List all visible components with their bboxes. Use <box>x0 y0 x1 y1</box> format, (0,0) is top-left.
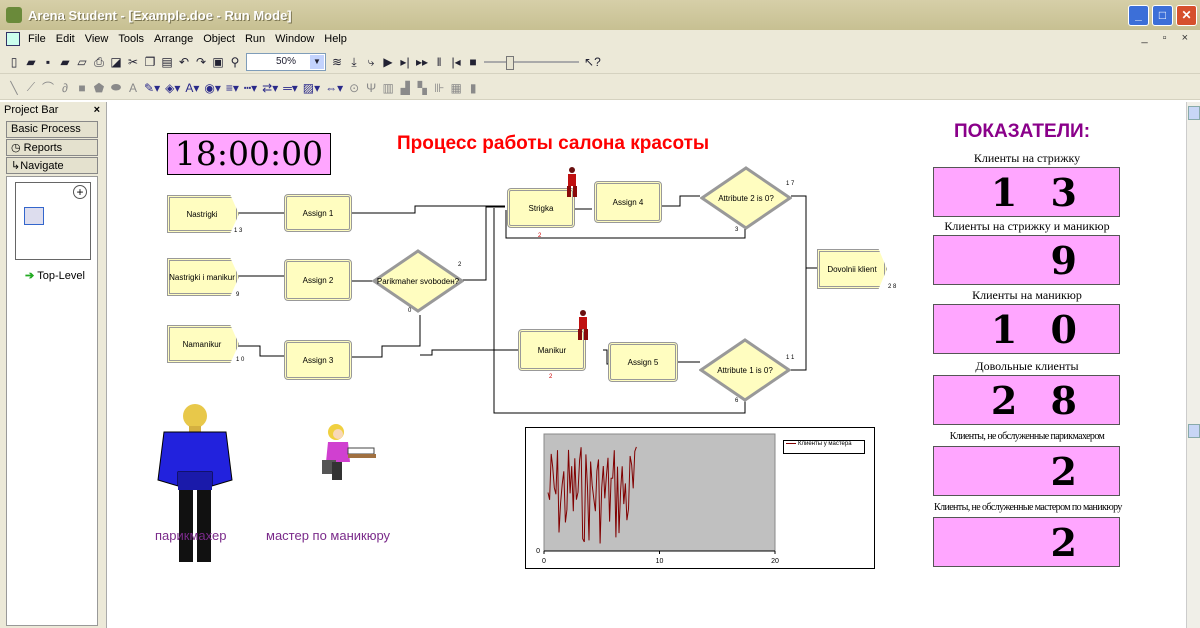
module-label: Assign 4 <box>612 197 644 207</box>
indicator-label: Клиенты на стрижку и маникюр <box>944 219 1110 233</box>
decide-false-count: 0 <box>408 308 412 314</box>
create-module-nastrigki[interactable]: Nastrigki <box>167 195 239 233</box>
process-count: 2 <box>549 374 553 380</box>
assign-module-2[interactable]: Assign 2 <box>284 259 352 301</box>
module-label: Attribute 1 is 0? <box>717 365 773 375</box>
indicator-label: Клиенты, не обслуженные мастером по мани… <box>934 502 1122 513</box>
module-label: Dovolnii klient <box>827 264 877 274</box>
module-label: Nastrigki <box>186 209 218 219</box>
x-tick-label: 20 <box>771 558 779 565</box>
indicator-value: 1 3 <box>933 167 1120 217</box>
x-tick-label: 0 <box>542 558 546 565</box>
indicator-value: 2 <box>933 517 1120 567</box>
decide-true-count: 1 7 <box>786 181 795 187</box>
create-module-namanikur[interactable]: Namanikur <box>167 325 239 363</box>
decide-false-count: 6 <box>735 398 739 404</box>
resource-person-icon <box>578 310 588 340</box>
create-count: 1 0 <box>236 357 245 363</box>
assign-module-5[interactable]: Assign 5 <box>608 342 678 382</box>
create-module-nastrigki-i-manikur[interactable]: Nastrigki i manikur <box>167 258 239 296</box>
module-label: Parikmaher svobodeн? <box>376 276 460 286</box>
hairdresser-label: парикмахер <box>155 528 227 543</box>
simulation-clock: 18:00:00 <box>167 133 331 175</box>
assign-module-4[interactable]: Assign 4 <box>594 181 662 223</box>
indicator-value: 1 0 <box>933 304 1120 354</box>
indicator-value: 9 <box>933 235 1120 285</box>
y-tick-label: 0 <box>536 548 540 555</box>
x-tick-label: 10 <box>656 558 664 565</box>
resource-person-icon <box>567 167 577 197</box>
plot-legend: Клиенты у мастера <box>783 440 865 454</box>
module-label: Attribute 2 is 0? <box>718 193 774 203</box>
module-label: Strigka <box>528 203 554 213</box>
create-count: 1 3 <box>234 228 243 234</box>
dispose-module-dovolnii-klient[interactable]: Dovolnii klient <box>817 249 887 289</box>
module-label: Assign 2 <box>302 275 334 285</box>
decide-false-count: 3 <box>735 227 739 233</box>
module-label: Assign 5 <box>627 357 659 367</box>
indicator-label: Довольные клиенты <box>975 359 1079 373</box>
indicator-value: 2 8 <box>933 375 1120 425</box>
manicurist-label: мастер по маникюру <box>266 528 391 543</box>
create-count: 9 <box>236 292 240 298</box>
module-label: Manikur <box>537 345 567 355</box>
model-title: Процесс работы салона красоты <box>397 133 710 154</box>
decide-module-parikmaher[interactable]: Parikmaher svobodeн? <box>371 249 465 313</box>
decide-true-count: 1 1 <box>786 355 795 361</box>
module-label: Nastrigki i manikur <box>169 272 235 282</box>
legend-swatch <box>786 442 796 444</box>
indicator-label: Клиенты на стрижку <box>973 151 1081 165</box>
assign-module-1[interactable]: Assign 1 <box>284 194 352 232</box>
indicator-label: Клиенты, не обслуженные парикмахером <box>949 431 1105 442</box>
assign-module-3[interactable]: Assign 3 <box>284 340 352 380</box>
legend-label: Клиенты у мастера <box>798 441 852 447</box>
decide-true-count: 2 <box>458 262 462 268</box>
module-label: Assign 3 <box>302 355 334 365</box>
module-label: Assign 1 <box>302 208 334 218</box>
dispose-count: 2 8 <box>888 284 897 290</box>
indicator-label: Клиенты на маникюр <box>972 288 1082 302</box>
process-count: 2 <box>538 233 542 239</box>
decide-module-attribute-2[interactable]: Attribute 2 is 0? <box>699 166 793 230</box>
manicurist-figure <box>322 424 376 480</box>
indicators-title: ПОКАЗАТЕЛИ: <box>954 121 1091 142</box>
plot-area <box>543 433 776 552</box>
module-label: Namanikur <box>182 339 222 349</box>
decide-module-attribute-1[interactable]: Attribute 1 is 0? <box>698 338 792 402</box>
indicator-value: 2 <box>933 446 1120 496</box>
